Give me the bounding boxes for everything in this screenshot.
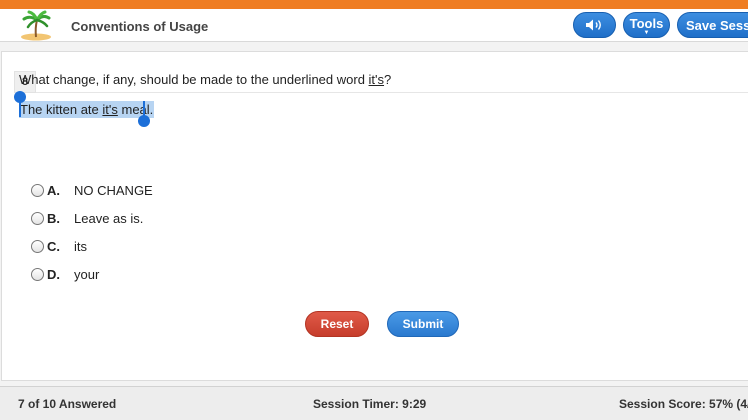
app-title: Conventions of Usage (71, 19, 209, 34)
audio-button[interactable] (573, 12, 616, 38)
question-prompt: What change, if any, should be made to t… (19, 72, 391, 87)
reset-button[interactable]: Reset (305, 311, 369, 337)
prompt-text-after: ? (384, 72, 392, 87)
option-letter: C. (47, 238, 60, 254)
session-timer: Session Timer: 9:29 (313, 397, 427, 411)
palm-island-logo (21, 10, 51, 41)
tools-button[interactable]: Tools ▼ (623, 12, 670, 38)
radio-button[interactable] (31, 267, 44, 281)
save-session-button[interactable]: Save Session (677, 12, 748, 38)
option-text: NO CHANGE (74, 182, 153, 198)
option-text: its (74, 238, 87, 254)
answered-count: 7 of 10 Answered (18, 397, 117, 411)
option-b[interactable]: B. Leave as is. (31, 209, 143, 227)
prompt-text-before: What change, if any, should be made to t… (19, 72, 369, 87)
option-text: Leave as is. (74, 210, 144, 226)
prompt-underlined-word: it's (368, 72, 385, 87)
selection-start-line (19, 101, 21, 117)
radio-button[interactable] (31, 211, 44, 225)
session-score: Session Score: 57% (4/7) (619, 397, 748, 411)
passage-text-after: meal. (117, 102, 154, 117)
status-footer: 7 of 10 Answered Session Timer: 9:29 Ses… (0, 386, 748, 420)
selection-end-handle[interactable] (138, 115, 150, 127)
save-session-label: Save Session (686, 17, 748, 33)
speaker-icon (585, 19, 601, 31)
top-accent-bar (0, 0, 748, 9)
submit-button[interactable]: Submit (387, 311, 459, 337)
tools-label: Tools (629, 15, 664, 31)
selection-start-handle[interactable] (14, 91, 26, 103)
option-c[interactable]: C. its (31, 237, 87, 255)
divider (36, 92, 748, 93)
caret-down-icon: ▼ (643, 29, 650, 36)
passage-sentence-highlighted[interactable]: The kitten ate it's meal. (19, 101, 155, 118)
option-d[interactable]: D. your (31, 265, 99, 283)
option-letter: D. (47, 266, 60, 282)
option-letter: A. (47, 182, 60, 198)
passage-underlined-word: it's (102, 102, 118, 117)
option-a[interactable]: A. NO CHANGE (31, 181, 153, 199)
option-letter: B. (47, 210, 60, 226)
radio-button[interactable] (31, 183, 44, 197)
option-text: your (74, 266, 100, 282)
passage-text-before: The kitten ate (20, 102, 103, 117)
header: Conventions of Usage Tools ▼ Save Sessio… (0, 9, 748, 42)
radio-button[interactable] (31, 239, 44, 253)
